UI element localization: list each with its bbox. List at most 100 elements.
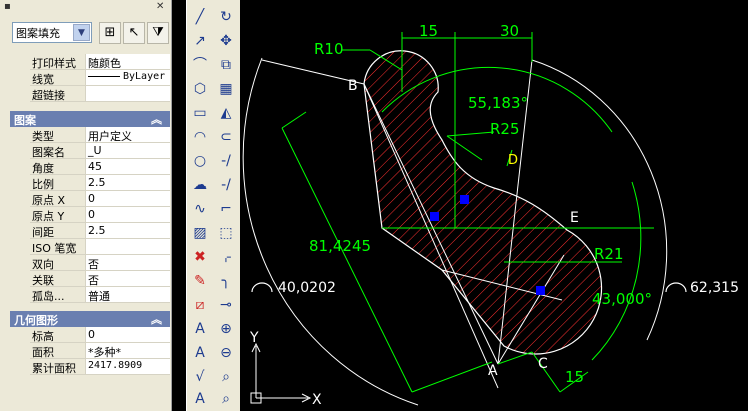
- zoom-window-icon[interactable]: ⌕: [215, 366, 237, 388]
- property-value[interactable]: 0: [85, 327, 170, 342]
- pin-icon[interactable]: ▪: [4, 2, 14, 12]
- rectangle-tool-icon[interactable]: ▭: [189, 102, 211, 124]
- property-row[interactable]: 角度 45: [30, 159, 170, 175]
- line-tool-icon[interactable]: ╱: [189, 6, 211, 28]
- property-row[interactable]: 线宽 ByLayer: [30, 70, 170, 86]
- point-label-b: B: [348, 78, 358, 94]
- circle-tool-icon[interactable]: ○: [189, 150, 211, 172]
- property-value[interactable]: 否: [85, 271, 170, 286]
- dim-arc-40[interactable]: 40,0202: [278, 280, 336, 296]
- general-properties: 打印样式 随颜色 线宽 ByLayer 超链接: [30, 54, 170, 102]
- break-tool-icon[interactable]: ⌐: [215, 198, 237, 220]
- property-row[interactable]: 双向 否: [30, 255, 170, 271]
- quick-select-button[interactable]: ⧩: [147, 22, 169, 44]
- dim-aligned-81[interactable]: 81,4245: [309, 237, 371, 255]
- property-value[interactable]: 2417.8909: [85, 359, 170, 374]
- grip-1[interactable]: [430, 212, 439, 221]
- property-value[interactable]: 用户定义: [85, 127, 170, 142]
- property-value[interactable]: 2.5: [85, 175, 170, 190]
- zoom-in-icon[interactable]: ⊕: [215, 318, 237, 340]
- dim-angle-43[interactable]: 43,000°: [592, 290, 652, 308]
- spline-tool-icon[interactable]: ∿: [189, 198, 211, 220]
- property-row[interactable]: ISO 笔宽: [30, 239, 170, 255]
- property-key: 原点 X: [32, 194, 66, 207]
- property-row[interactable]: 间距 2.5: [30, 223, 170, 239]
- construction-line-icon[interactable]: ↗: [189, 30, 211, 52]
- dim-r10[interactable]: R10: [314, 40, 344, 58]
- property-row[interactable]: 比例 2.5: [30, 175, 170, 191]
- property-row[interactable]: 类型 用户定义: [30, 127, 170, 143]
- collapse-icon[interactable]: ︽: [151, 311, 162, 327]
- property-row[interactable]: 累计面积 2417.8909: [30, 359, 170, 375]
- property-value[interactable]: 随颜色: [85, 54, 170, 69]
- zoom-out-icon[interactable]: ⊖: [215, 342, 237, 364]
- dim-15-top[interactable]: 15: [419, 22, 438, 40]
- dim-30[interactable]: 30: [500, 22, 519, 40]
- property-row[interactable]: 图案名 _U: [30, 143, 170, 159]
- property-row[interactable]: 打印样式 随颜色: [30, 54, 170, 70]
- explode-tool-icon[interactable]: ✖: [189, 246, 211, 268]
- property-row[interactable]: 面积 *多种*: [30, 343, 170, 359]
- property-value[interactable]: _U: [85, 143, 170, 158]
- polyline-tool-icon[interactable]: ⌒: [189, 54, 211, 76]
- dim-r21[interactable]: R21: [594, 245, 624, 263]
- stretch-tool-icon[interactable]: ⬚: [215, 222, 237, 244]
- offset-tool-icon[interactable]: ⊂: [215, 126, 237, 148]
- vertical-toolbars: ╱ ↻ ↗ ✥ ⌒ ⧉ ⬡ ▦ ▭ ◭ ◠ ⊂ ○ -/ ☁ -/ ∿ ⌐ ▨ …: [186, 0, 240, 411]
- arc-length-symbol-right: [665, 282, 687, 293]
- copy-tool-icon[interactable]: ⧉: [215, 54, 237, 76]
- property-row[interactable]: 标高 0: [30, 327, 170, 343]
- extend-tool-icon[interactable]: -/: [215, 174, 237, 196]
- object-type-select[interactable]: 图案填充 ▼: [12, 22, 92, 43]
- revcloud-tool-icon[interactable]: ☁: [189, 174, 211, 196]
- erase-tool-icon[interactable]: ✎: [189, 270, 211, 292]
- property-value[interactable]: 2.5: [85, 223, 170, 238]
- property-row[interactable]: 孤岛... 普通: [30, 287, 170, 303]
- scale-text-icon[interactable]: A: [189, 388, 211, 410]
- zoom-realtime-icon[interactable]: ⌕: [215, 388, 237, 410]
- rotate-tool-icon[interactable]: ↻: [215, 6, 237, 28]
- property-row[interactable]: 原点 X 0: [30, 191, 170, 207]
- dim-15-bottom[interactable]: 15: [565, 368, 584, 386]
- scale-tool-icon[interactable]: ⧄: [189, 294, 211, 316]
- select-objects-button[interactable]: ↖: [123, 22, 145, 44]
- pattern-section-header[interactable]: 图案 ︽: [10, 111, 170, 127]
- hatch-tool-icon[interactable]: ▨: [189, 222, 211, 244]
- dim-r25[interactable]: R25: [490, 120, 520, 138]
- fillet-tool-icon[interactable]: ╮: [215, 270, 237, 292]
- polygon-tool-icon[interactable]: ⬡: [189, 78, 211, 100]
- move-tool-icon[interactable]: ✥: [215, 30, 237, 52]
- drawing-svg[interactable]: 15 30 R10 55,183° R25 81,4245 R21 43,000…: [242, 0, 748, 411]
- property-value[interactable]: 45: [85, 159, 170, 174]
- property-row[interactable]: 超链接: [30, 86, 170, 102]
- trim-tool-icon[interactable]: -/: [215, 150, 237, 172]
- check-tool-icon[interactable]: √: [189, 366, 211, 388]
- property-value[interactable]: 0: [85, 191, 170, 206]
- array-tool-icon[interactable]: ▦: [215, 78, 237, 100]
- property-value[interactable]: [85, 239, 170, 254]
- mtext-tool-icon[interactable]: A: [189, 318, 211, 340]
- collapse-icon[interactable]: ︽: [151, 111, 162, 127]
- arc-tool-icon[interactable]: ◠: [189, 126, 211, 148]
- property-value[interactable]: ByLayer: [85, 70, 170, 85]
- text-tool-icon[interactable]: A: [189, 342, 211, 364]
- property-value[interactable]: *多种*: [85, 343, 170, 358]
- property-row[interactable]: 关联 否: [30, 271, 170, 287]
- drawing-canvas[interactable]: 15 30 R10 55,183° R25 81,4245 R21 43,000…: [242, 0, 748, 411]
- property-value[interactable]: [85, 86, 170, 101]
- grip-3[interactable]: [536, 286, 545, 295]
- grip-2[interactable]: [460, 195, 469, 204]
- chamfer-tool-icon[interactable]: ⌌: [215, 246, 237, 268]
- property-value[interactable]: 否: [85, 255, 170, 270]
- chevron-down-icon[interactable]: ▼: [73, 24, 90, 41]
- dim-arc-62[interactable]: 62,315: [690, 280, 739, 296]
- join-tool-icon[interactable]: ⊸: [215, 294, 237, 316]
- toggle-pickadd-button[interactable]: ⊞: [99, 22, 121, 44]
- dim-angle-55[interactable]: 55,183°: [468, 94, 528, 112]
- property-value[interactable]: 普通: [85, 287, 170, 302]
- property-row[interactable]: 原点 Y 0: [30, 207, 170, 223]
- property-value[interactable]: 0: [85, 207, 170, 222]
- mirror-tool-icon[interactable]: ◭: [215, 102, 237, 124]
- close-icon[interactable]: ✕: [156, 2, 166, 12]
- geometry-section-header[interactable]: 几何图形 ︽: [10, 311, 170, 327]
